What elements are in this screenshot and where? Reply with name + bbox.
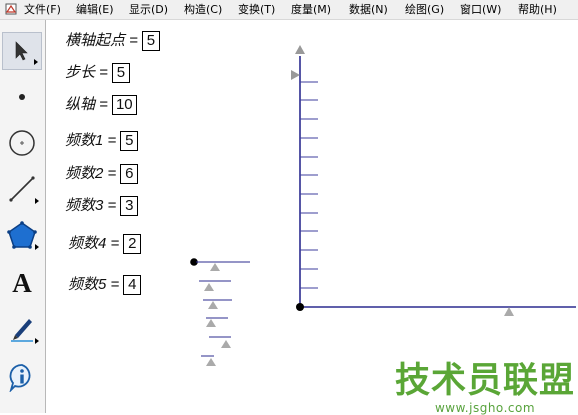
menu-display[interactable]: 显示(D) xyxy=(129,0,168,19)
menu-construct[interactable]: 构造(C) xyxy=(184,0,222,19)
menu-file[interactable]: 文件(F) xyxy=(24,0,61,19)
compass-circle-icon xyxy=(9,130,35,156)
text-tool[interactable]: A xyxy=(2,264,42,302)
menu-graph[interactable]: 绘图(G) xyxy=(405,0,444,19)
marker-pen-icon xyxy=(11,319,33,342)
watermark: 技术员联盟 www.jsgho.com xyxy=(390,361,578,415)
vertical-axis-end-marker[interactable] xyxy=(295,45,305,54)
tool-submenu-indicator xyxy=(35,244,39,250)
arrow-select-icon xyxy=(15,41,28,61)
marker-tool[interactable] xyxy=(2,310,42,348)
tool-submenu-indicator xyxy=(35,338,39,344)
menu-transform[interactable]: 变换(T) xyxy=(238,0,275,19)
helper-markers[interactable] xyxy=(204,263,231,366)
point-tool[interactable] xyxy=(2,78,42,116)
origin-point[interactable] xyxy=(296,303,304,311)
vertical-axis-top-marker[interactable] xyxy=(291,70,300,80)
watermark-title: 技术员联盟 xyxy=(394,361,575,401)
app-icon xyxy=(5,3,17,15)
menu-bar: 文件(F) 编辑(E) 显示(D) 构造(C) 变换(T) 度量(M) 数据(N… xyxy=(0,0,578,20)
helper-segments[interactable] xyxy=(196,261,250,357)
straightedge-tool[interactable] xyxy=(2,170,42,208)
text-A-icon: A xyxy=(12,267,32,298)
geometry-drawing xyxy=(190,45,576,366)
vertical-axis-ticks xyxy=(300,81,318,289)
arrow-tool[interactable] xyxy=(2,32,42,70)
tool-submenu-indicator xyxy=(35,198,39,204)
sketch-canvas[interactable]: 横轴起点 = 5 步长 = 5 纵轴 = 10 频数1 = 5 频数2 = 6 频数3 =… xyxy=(46,20,578,415)
horizontal-axis-marker[interactable] xyxy=(504,307,514,316)
point-icon xyxy=(19,94,25,100)
menu-measure[interactable]: 度量(M) xyxy=(291,0,331,19)
toolbox: A xyxy=(0,20,46,413)
information-tool[interactable] xyxy=(2,358,42,396)
straightedge-line-icon xyxy=(9,176,35,202)
menu-window[interactable]: 窗口(W) xyxy=(460,0,501,19)
menu-help[interactable]: 帮助(H) xyxy=(518,0,557,19)
menu-edit[interactable]: 编辑(E) xyxy=(76,0,114,19)
menu-data[interactable]: 数据(N) xyxy=(349,0,388,19)
polygon-tool[interactable] xyxy=(2,216,42,254)
compass-tool[interactable] xyxy=(2,124,42,162)
info-icon xyxy=(9,364,31,392)
tool-submenu-indicator xyxy=(34,59,38,65)
polygon-icon xyxy=(7,221,37,249)
